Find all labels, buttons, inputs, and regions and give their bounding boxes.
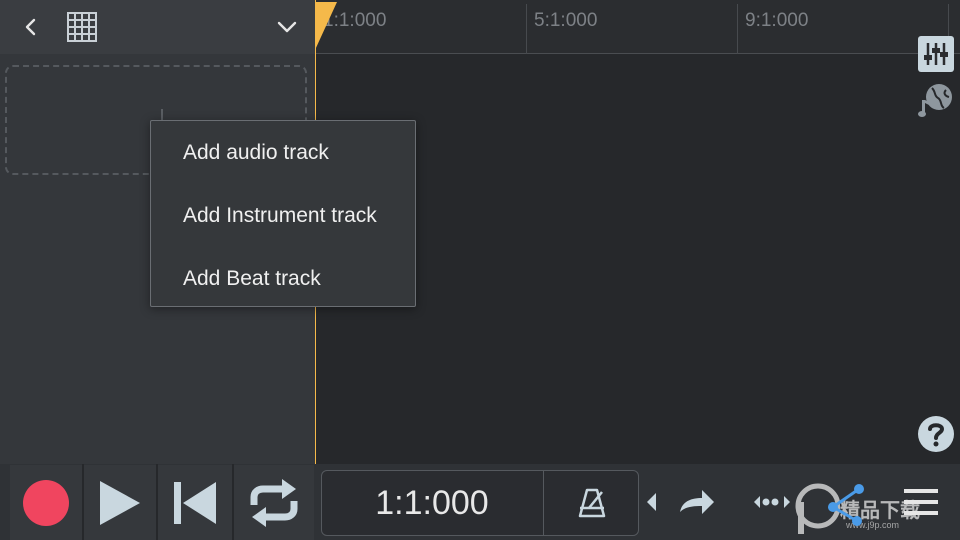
menu-item-add-instrument-track[interactable]: Add Instrument track bbox=[151, 184, 415, 247]
ruler-tick bbox=[737, 4, 738, 54]
metronome-icon bbox=[578, 488, 605, 518]
chevron-down-icon bbox=[277, 21, 297, 33]
snap-grid-button[interactable] bbox=[62, 8, 102, 46]
skip-back-icon bbox=[174, 481, 216, 524]
playhead-handle[interactable] bbox=[315, 0, 337, 50]
record-icon bbox=[23, 479, 69, 526]
grid-icon bbox=[67, 12, 97, 42]
menu-item-add-beat-track[interactable]: Add Beat track bbox=[151, 247, 415, 310]
menu-item-add-audio-track[interactable]: Add audio track bbox=[151, 121, 415, 184]
back-icon bbox=[25, 18, 36, 36]
loop-button[interactable] bbox=[234, 465, 314, 540]
globe-music-icon bbox=[918, 84, 952, 117]
main-menu-button[interactable] bbox=[898, 482, 944, 522]
position-display[interactable]: 1:1:000 bbox=[321, 470, 639, 536]
scroll-left-arrow[interactable] bbox=[644, 490, 658, 514]
redo-icon bbox=[680, 490, 714, 514]
add-track-menu: Add audio track Add Instrument track Add… bbox=[150, 120, 416, 307]
play-icon bbox=[100, 480, 140, 525]
track-panel-toolbar bbox=[0, 0, 315, 54]
mixer-icon bbox=[924, 43, 948, 65]
redo-button[interactable] bbox=[672, 482, 720, 522]
play-button[interactable] bbox=[84, 465, 156, 540]
loop-icon bbox=[250, 478, 298, 527]
back-button[interactable] bbox=[14, 10, 48, 44]
share-button[interactable] bbox=[820, 478, 870, 528]
move-tool-button[interactable] bbox=[748, 482, 796, 522]
mixer-button[interactable] bbox=[918, 36, 954, 72]
sound-library-button[interactable] bbox=[918, 82, 954, 118]
collapse-button[interactable] bbox=[270, 10, 304, 44]
ruler-tick bbox=[526, 4, 527, 54]
move-icon bbox=[754, 496, 790, 508]
record-button[interactable] bbox=[10, 465, 82, 540]
position-text: 1:1:000 bbox=[375, 483, 489, 522]
ruler-mark: 5:1:000 bbox=[534, 10, 598, 31]
metronome-button[interactable] bbox=[543, 471, 639, 535]
share-icon bbox=[828, 484, 864, 526]
help-button[interactable] bbox=[916, 414, 956, 454]
timeline-ruler[interactable]: 1:1:000 5:1:000 9:1:000 bbox=[315, 0, 960, 54]
rewind-button[interactable] bbox=[158, 465, 232, 540]
ruler-mark: 9:1:000 bbox=[745, 10, 809, 31]
menu-icon bbox=[904, 489, 938, 515]
help-icon bbox=[918, 416, 954, 452]
